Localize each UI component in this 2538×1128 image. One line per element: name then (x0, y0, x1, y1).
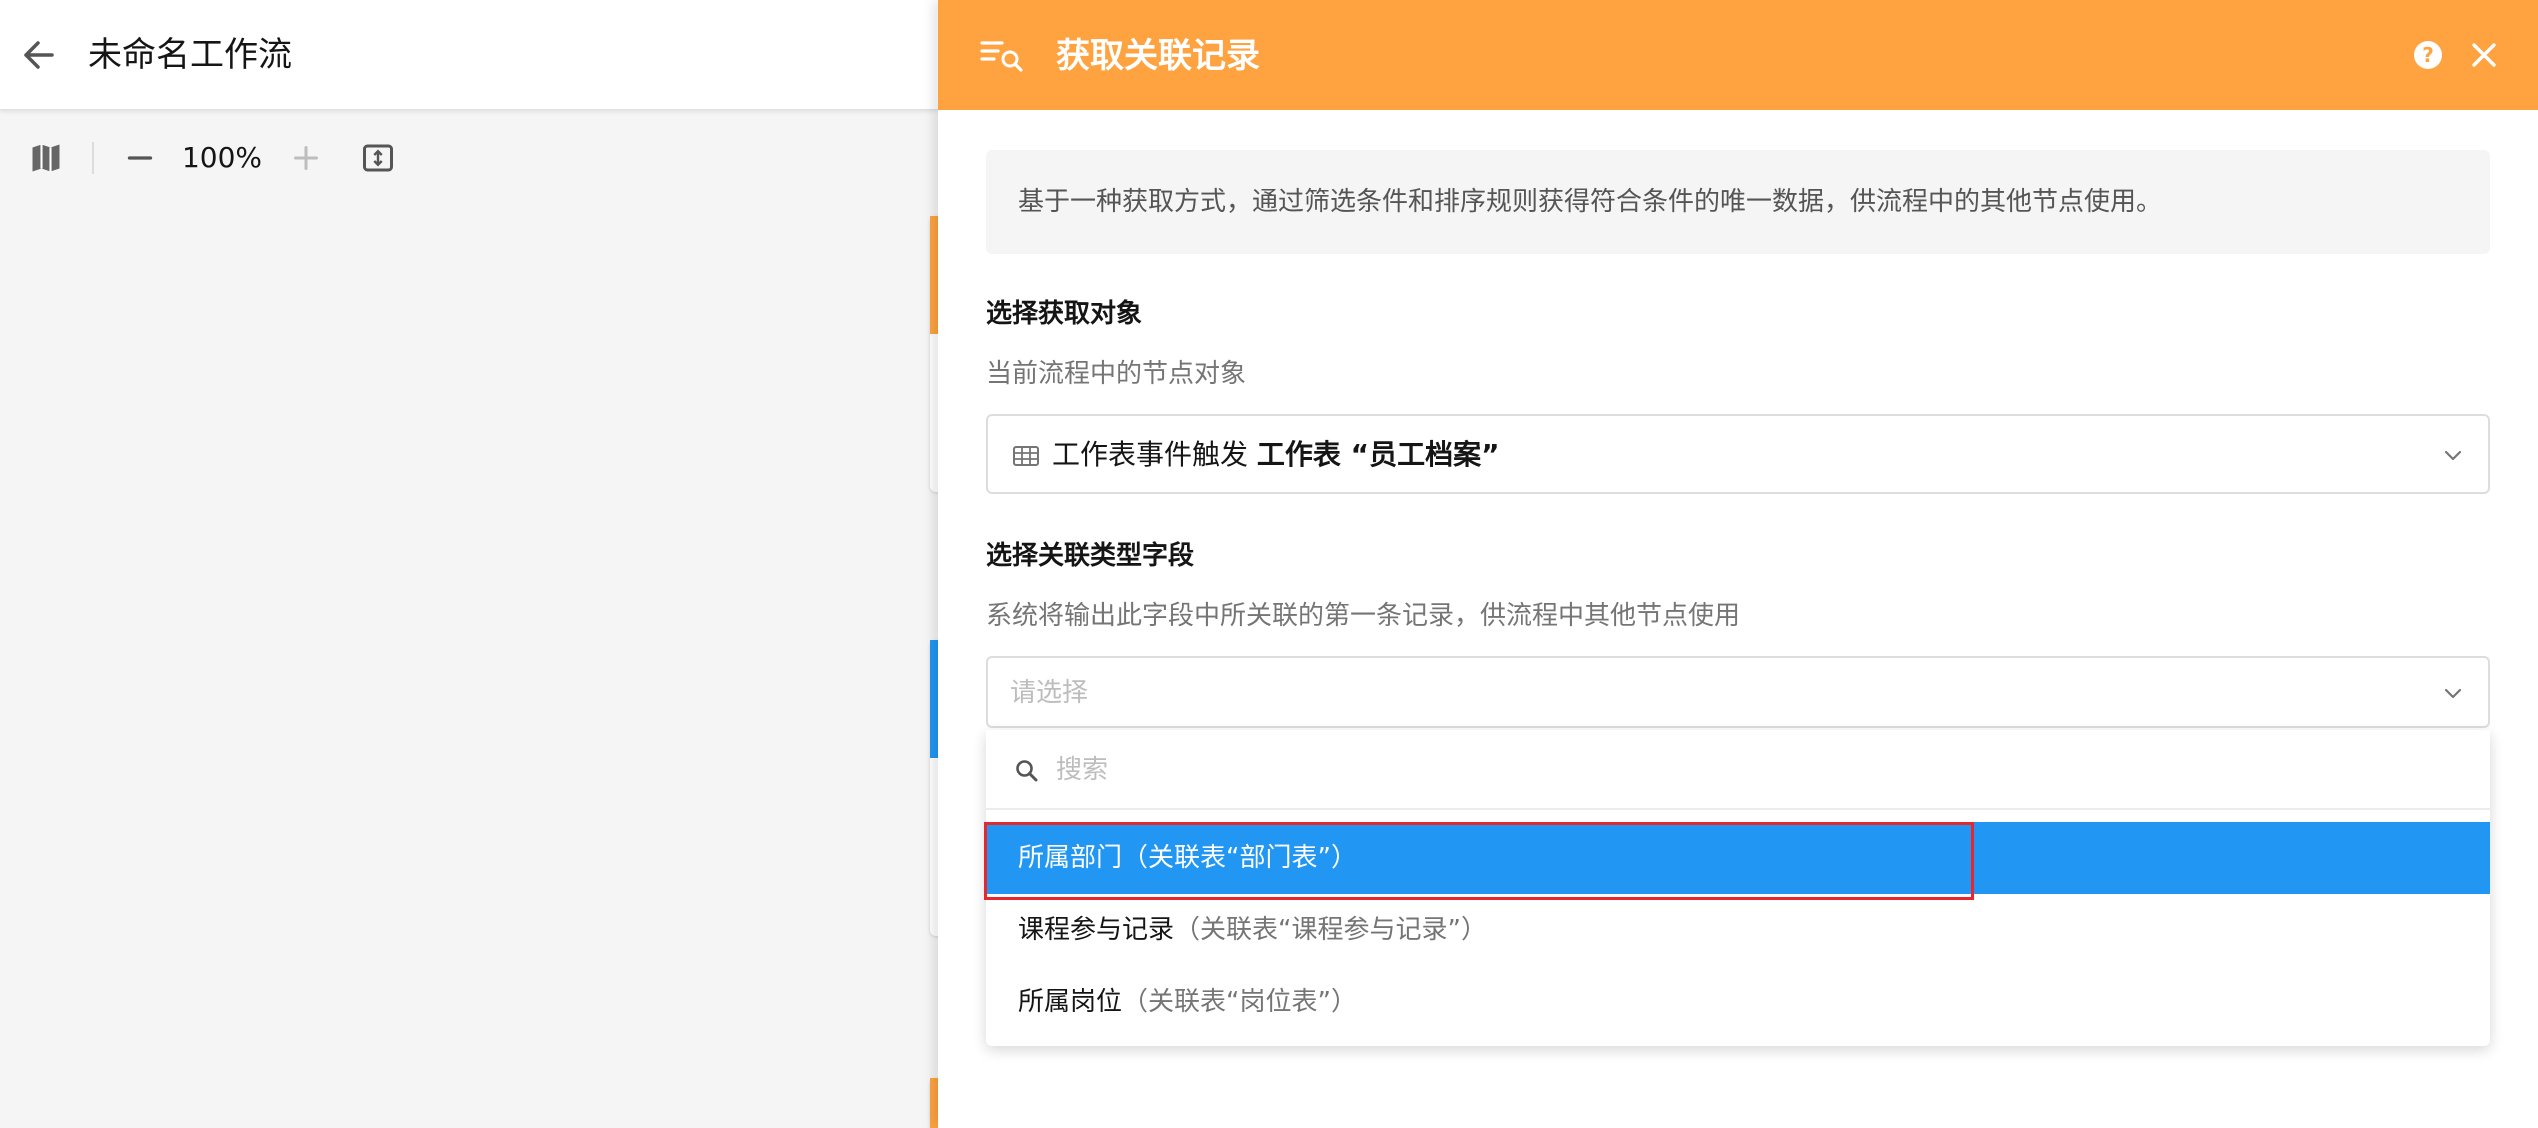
app-root: 未命名工作流 100% 获取关联记录 ? 基于一种获取方式，通过筛选条件和排序规… (0, 0, 2538, 1128)
search-list-icon (980, 41, 1023, 72)
fit-screen-icon[interactable] (360, 140, 396, 176)
workflow-title: 未命名工作流 (88, 35, 292, 75)
workflow-topbar: 未命名工作流 (0, 0, 938, 110)
option-name: 所属岗位 (1018, 987, 1123, 1017)
description-box: 基于一种获取方式，通过筛选条件和排序规则获得符合条件的唯一数据，供流程中的其他节… (986, 150, 2490, 254)
chevron-down-icon (2444, 450, 2462, 461)
target-object-value: 工作表事件触发 工作表 “员工档案” (1052, 436, 1499, 474)
zoom-out-icon[interactable] (122, 140, 158, 176)
chevron-down-icon (2444, 688, 2462, 699)
relation-field-placeholder: 请选择 (1010, 678, 1089, 708)
dropdown-option[interactable]: 所属岗位（关联表“岗位表”） (986, 966, 2490, 1038)
dropdown-option[interactable]: 所属部门（关联表“部门表”） (986, 822, 2490, 894)
panel-title: 获取关联记录 (1056, 36, 1260, 76)
dropdown-search-row (986, 730, 2490, 810)
section-subtitle-relation: 系统将输出此字段中所关联的第一条记录，供流程中其他节点使用 (986, 601, 1741, 631)
node-config-panel: 获取关联记录 ? 基于一种获取方式，通过筛选条件和排序规则获得符合条件的唯一数据… (938, 0, 2538, 1128)
description-text: 基于一种获取方式，通过筛选条件和排序规则获得符合条件的唯一数据，供流程中的其他节… (1018, 187, 2163, 217)
relation-field-dropdown: 所属部门（关联表“部门表”） 课程参与记录（关联表“课程参与记录”） 所属岗位（… (986, 730, 2490, 1046)
table-grid-icon (1013, 446, 1039, 466)
map-icon[interactable] (28, 140, 64, 176)
dropdown-search-input[interactable] (1056, 750, 2456, 790)
trigger-type-label: 工作表事件触发 (1052, 438, 1249, 471)
option-relation: （关联表“课程参与记录”） (1174, 915, 1487, 945)
option-name: 所属部门 (1018, 843, 1123, 873)
dropdown-option[interactable]: 课程参与记录（关联表“课程参与记录”） (986, 894, 2490, 966)
relation-field-select[interactable]: 请选择 (986, 656, 2490, 728)
section-title-relation: 选择关联类型字段 (986, 541, 1195, 571)
target-object-select[interactable]: 工作表事件触发 工作表 “员工档案” (986, 414, 2490, 494)
option-relation: （关联表“岗位表”） (1122, 987, 1357, 1017)
close-icon[interactable] (2468, 39, 2500, 71)
zoom-in-icon[interactable] (288, 140, 324, 176)
worksheet-name: 工作表 “员工档案” (1256, 438, 1500, 471)
back-arrow-icon[interactable] (18, 33, 58, 77)
help-icon[interactable]: ? (2412, 39, 2444, 71)
panel-header: 获取关联记录 ? (938, 0, 2538, 110)
option-name: 课程参与记录 (1018, 915, 1175, 945)
section-title-target: 选择获取对象 (986, 299, 1143, 329)
section-subtitle-target: 当前流程中的节点对象 (986, 359, 1247, 389)
toolbar-divider (92, 142, 94, 174)
svg-text:?: ? (2422, 43, 2434, 67)
zoom-level: 100% (181, 141, 263, 174)
option-relation: （关联表“部门表”） (1122, 843, 1357, 873)
search-icon (1016, 760, 1038, 782)
